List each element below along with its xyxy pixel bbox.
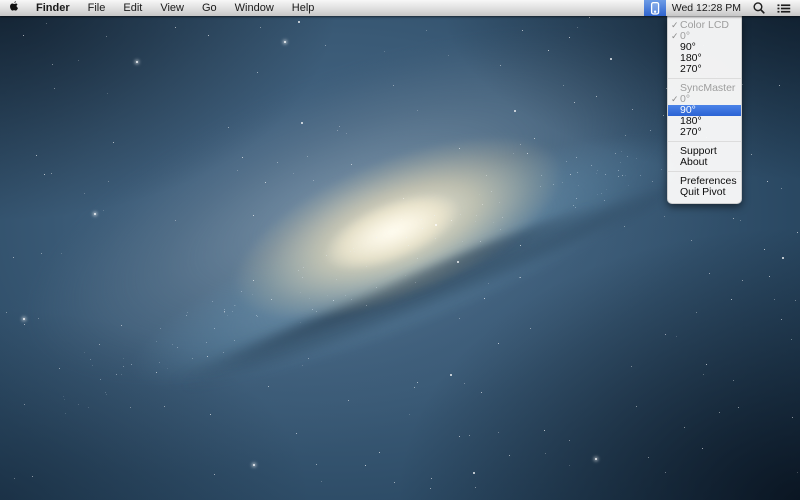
menu-item-sync-0: ✓ 0° [668, 94, 741, 105]
checkmark-icon: ✓ [668, 94, 680, 105]
spotlight-icon[interactable] [747, 0, 771, 16]
menu-separator [668, 141, 741, 142]
menubar-clock[interactable]: Wed 12:28 PM [666, 2, 747, 14]
menu-item-label: About [680, 157, 741, 168]
menu-item-label: 270° [680, 127, 741, 138]
apple-logo-icon [8, 0, 20, 16]
menu-item-color-lcd: ✓ Color LCD [668, 20, 741, 31]
apple-menu[interactable] [0, 0, 27, 16]
screen: Finder File Edit View Go Window Help Wed… [0, 0, 800, 500]
galaxy-core-glow [167, 69, 629, 388]
menubar-left: Finder File Edit View Go Window Help [0, 0, 323, 16]
menu-item-sync-90[interactable]: 90° [668, 105, 741, 116]
menu-item-lcd-0: ✓ 0° [668, 31, 741, 42]
notification-center-icon[interactable] [771, 0, 800, 16]
menu-item-lcd-180[interactable]: 180° [668, 53, 741, 64]
menu-separator [668, 78, 741, 79]
menu-item-syncmaster: SyncMaster [668, 83, 741, 94]
menu-item-label: Quit Pivot [680, 187, 741, 198]
display-rotation-icon [649, 1, 661, 16]
galaxy-dust-lane [123, 208, 578, 412]
checkmark-icon: ✓ [668, 31, 680, 42]
galaxy-core-center [300, 168, 484, 297]
menu-go[interactable]: Go [193, 0, 226, 16]
checkmark-icon: ✓ [668, 20, 680, 31]
menu-help[interactable]: Help [283, 0, 324, 16]
menu-item-label: 270° [680, 64, 741, 75]
galaxy-dust-lane [337, 186, 623, 319]
menu-file[interactable]: File [79, 0, 115, 16]
menu-edit[interactable]: Edit [114, 0, 151, 16]
menu-separator [668, 171, 741, 172]
menu-window[interactable]: Window [226, 0, 283, 16]
menu-bar: Finder File Edit View Go Window Help Wed… [0, 0, 800, 16]
menu-item-about[interactable]: About [668, 157, 741, 168]
menu-item-lcd-270[interactable]: 270° [668, 64, 741, 75]
pivot-dropdown-menu: ✓ Color LCD ✓ 0° 90° 180° 270° SyncMaste… [667, 16, 742, 204]
menu-item-lcd-90[interactable]: 90° [668, 42, 741, 53]
menu-item-sync-270[interactable]: 270° [668, 127, 741, 138]
menu-finder[interactable]: Finder [27, 0, 79, 16]
menu-item-sync-180[interactable]: 180° [668, 116, 741, 127]
pivot-menu-extra[interactable] [644, 0, 666, 16]
galaxy-dust-lane [125, 147, 736, 429]
menubar-right: Wed 12:28 PM [644, 0, 800, 16]
menu-view[interactable]: View [151, 0, 193, 16]
menu-item-quit-pivot[interactable]: Quit Pivot [668, 187, 741, 198]
